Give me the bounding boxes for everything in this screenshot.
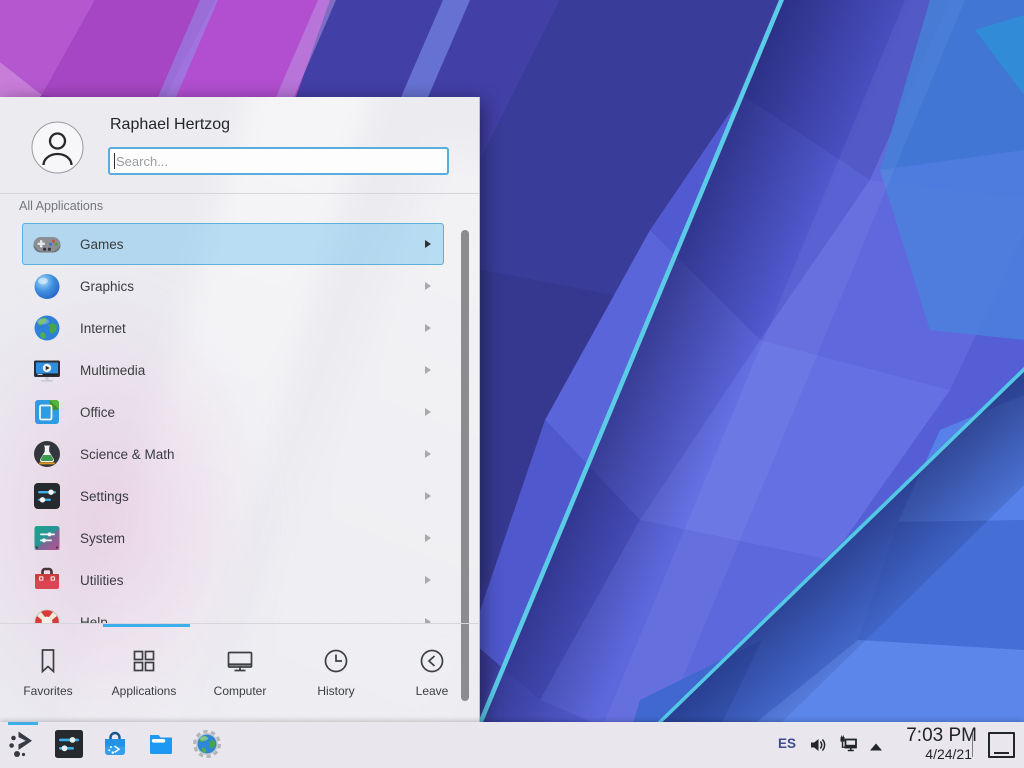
favorites-icon <box>32 645 64 677</box>
search-placeholder: Search... <box>116 154 168 169</box>
system-icon <box>31 522 63 554</box>
file-manager-icon <box>145 728 177 760</box>
submenu-arrow-icon <box>425 450 431 458</box>
graphics-icon <box>31 270 63 302</box>
tab-computer[interactable]: Computer <box>192 628 288 722</box>
digital-clock[interactable]: 7:03 PM 4/24/21 <box>880 725 977 762</box>
discover-icon <box>99 728 131 760</box>
application-launcher-menu: Raphael Hertzog Search... All Applicatio… <box>0 97 480 722</box>
leave-icon <box>416 645 448 677</box>
system-settings-icon <box>53 728 85 760</box>
history-icon <box>320 645 352 677</box>
section-label: All Applications <box>19 199 103 213</box>
desktop: Raphael Hertzog Search... All Applicatio… <box>0 0 1024 768</box>
panel-divider <box>972 733 973 757</box>
network-icon[interactable] <box>838 735 858 755</box>
user-avatar[interactable] <box>31 121 84 174</box>
category-settings[interactable]: Settings <box>22 475 444 517</box>
submenu-arrow-icon <box>425 282 431 290</box>
category-utilities[interactable]: Utilities <box>22 559 444 601</box>
submenu-arrow-icon <box>425 240 431 248</box>
taskbar-app-discover[interactable] <box>99 728 131 760</box>
submenu-arrow-icon <box>425 408 431 416</box>
submenu-arrow-icon <box>425 324 431 332</box>
kickoff-icon <box>7 747 39 764</box>
category-multimedia[interactable]: Multimedia <box>22 349 444 391</box>
internet-icon <box>31 312 63 344</box>
category-system[interactable]: System <box>22 517 444 559</box>
launcher-tab-bar: Favorites Applications Computer History … <box>0 628 480 722</box>
header-divider <box>0 193 480 194</box>
clock-date: 4/24/21 <box>925 746 972 762</box>
active-tab-indicator <box>103 624 190 627</box>
tab-leave[interactable]: Leave <box>384 628 480 722</box>
category-games[interactable]: Games <box>22 223 444 265</box>
multimedia-icon <box>31 354 63 386</box>
user-name: Raphael Hertzog <box>110 116 230 134</box>
clock-time: 7:03 PM <box>906 725 977 746</box>
application-launcher-button[interactable] <box>7 728 39 760</box>
show-desktop-button[interactable] <box>988 732 1015 758</box>
utilities-icon <box>31 564 63 596</box>
submenu-arrow-icon <box>425 492 431 500</box>
taskbar-app-file-manager[interactable] <box>145 728 177 760</box>
submenu-arrow-icon <box>425 534 431 542</box>
launcher-header: Raphael Hertzog Search... <box>0 97 480 193</box>
category-graphics[interactable]: Graphics <box>22 265 444 307</box>
taskbar-app-web-browser[interactable] <box>191 728 223 760</box>
tabbar-divider <box>0 623 480 624</box>
tab-history[interactable]: History <box>288 628 384 722</box>
settings-icon <box>31 480 63 512</box>
office-icon <box>31 396 63 428</box>
submenu-arrow-icon <box>425 576 431 584</box>
computer-icon <box>224 645 256 677</box>
keyboard-layout-indicator[interactable]: ES <box>778 736 796 751</box>
text-caret <box>114 153 115 169</box>
tab-favorites[interactable]: Favorites <box>0 628 96 722</box>
tab-applications[interactable]: Applications <box>96 628 192 722</box>
submenu-arrow-icon <box>425 366 431 374</box>
web-browser-icon <box>191 728 223 760</box>
category-science-math[interactable]: Science & Math <box>22 433 444 475</box>
category-help[interactable]: Help <box>22 601 444 623</box>
games-icon <box>31 228 63 260</box>
category-internet[interactable]: Internet <box>22 307 444 349</box>
launcher-active-indicator <box>8 722 38 725</box>
taskbar-app-system-settings[interactable] <box>53 728 85 760</box>
science-icon <box>31 438 63 470</box>
volume-icon[interactable] <box>808 735 828 755</box>
help-icon <box>31 606 63 623</box>
category-list: Games Graphics Internet Multimedia O <box>0 223 480 623</box>
category-office[interactable]: Office <box>22 391 444 433</box>
taskbar: ES 7:03 PM 4/24/21 <box>0 722 1024 768</box>
applications-icon <box>128 645 160 677</box>
search-input[interactable]: Search... <box>108 147 449 175</box>
